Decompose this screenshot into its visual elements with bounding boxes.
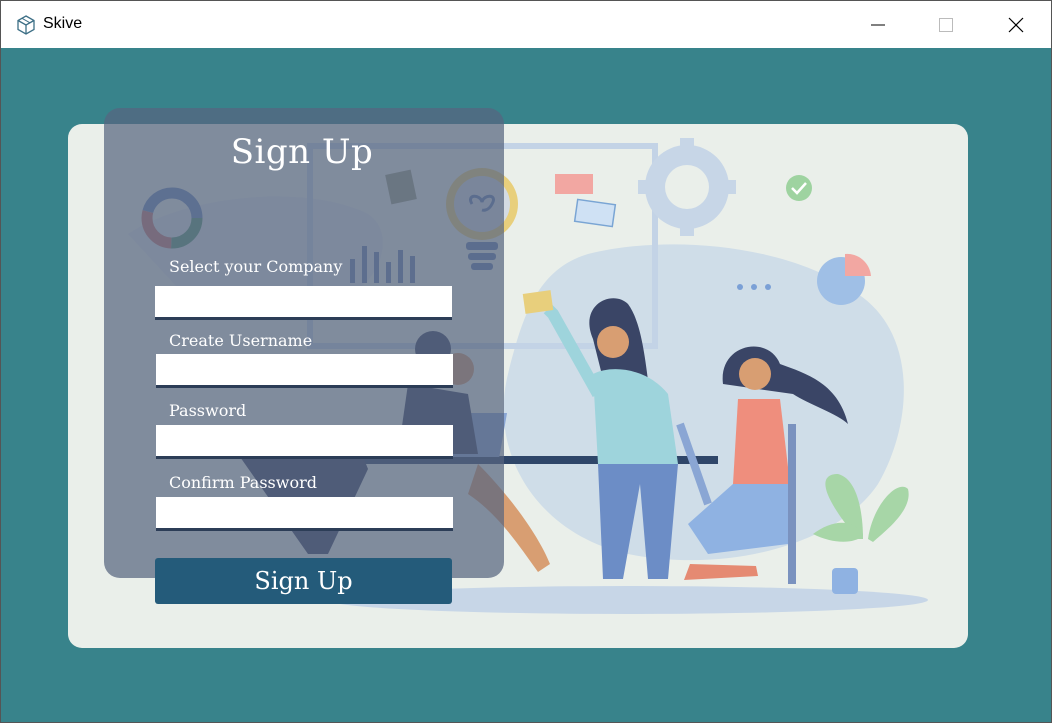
close-icon [1008,17,1024,32]
cube-logo-icon [15,14,37,36]
window-title: Skive [43,15,83,32]
signup-heading: Sign Up [230,132,374,172]
minimize-icon [871,24,885,25]
title-bar[interactable]: Skive [1,1,1051,48]
password-label: Password [169,401,247,420]
close-button[interactable] [981,1,1051,48]
username-input[interactable] [156,354,453,388]
password-input[interactable] [156,425,453,459]
maximize-button[interactable] [911,1,981,48]
signup-button[interactable]: Sign Up [155,558,452,604]
maximize-icon [939,17,953,32]
confirm-password-label: Confirm Password [169,473,317,492]
username-label: Create Username [169,331,313,350]
app-window: Skive Sign Up Select your Company Create… [0,0,1052,723]
minimize-button[interactable] [843,1,913,48]
company-label: Select your Company [169,257,343,276]
company-input[interactable] [155,286,452,320]
confirm-password-input[interactable] [156,497,453,531]
